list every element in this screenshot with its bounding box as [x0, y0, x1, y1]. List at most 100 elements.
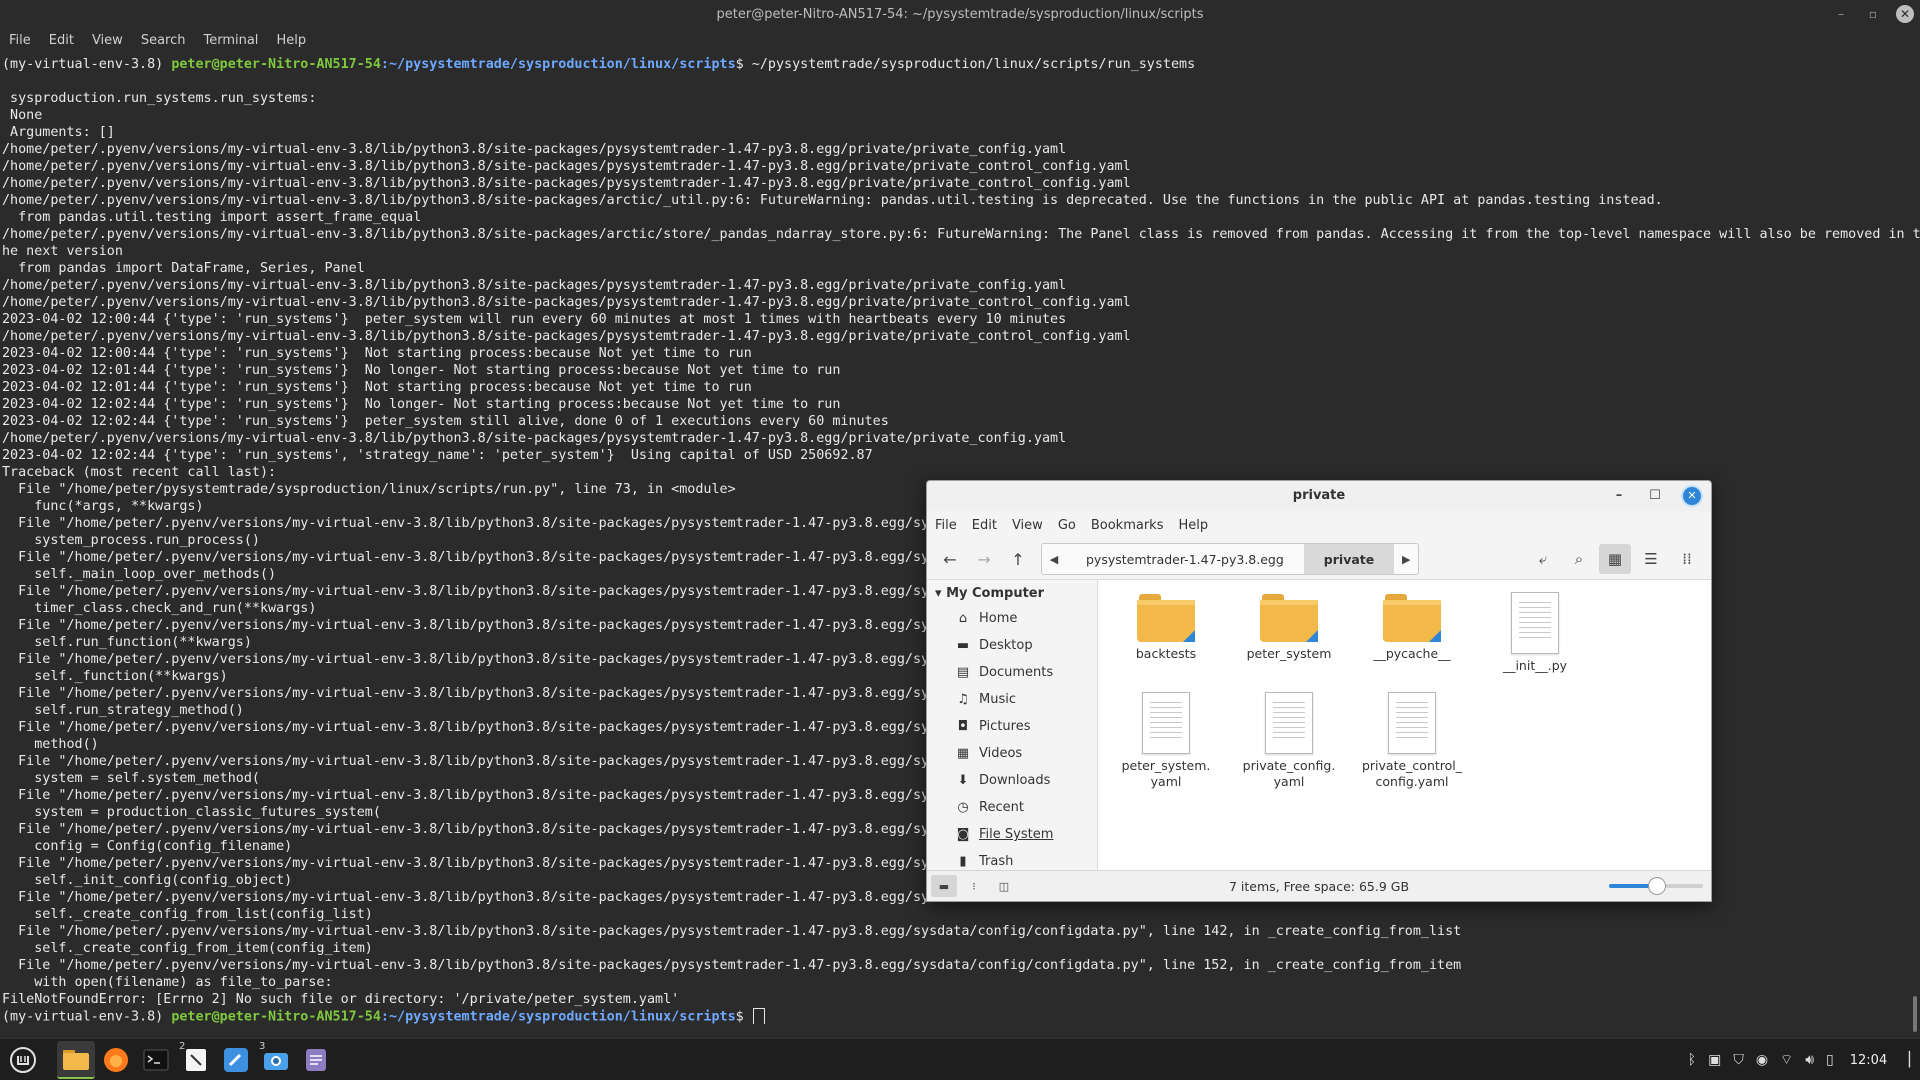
file-name: peter_system	[1246, 646, 1332, 661]
sidebar-item-label: Home	[979, 611, 1018, 626]
sidebar-item-trash[interactable]: ▮ Trash	[927, 848, 1097, 870]
terminal-line: 2023-04-02 12:02:44 {'type': 'run_system…	[2, 448, 873, 463]
mint-menu-icon[interactable]	[4, 1041, 42, 1079]
show-desktop-icon[interactable]: ▕	[1899, 1052, 1910, 1068]
prompt-user: peter@peter-Nitro-AN517-54	[171, 57, 381, 72]
sidebar-item-desktop[interactable]: ▬ Desktop	[927, 632, 1097, 659]
terminal-current-prompt[interactable]: (my-virtual-env-3.8) peter@peter-Nitro-A…	[0, 1008, 1920, 1024]
fm-menu-help[interactable]: Help	[1178, 518, 1217, 533]
file-item[interactable]: private_control_ config.yaml	[1352, 692, 1472, 790]
menu-edit[interactable]: Edit	[40, 30, 83, 54]
terminal-line: 2023-04-02 12:02:44 {'type': 'run_system…	[2, 414, 889, 429]
terminal-scrollbar[interactable]	[1913, 996, 1917, 1032]
terminal-line: with open(filename) as file_to_parse:	[2, 975, 333, 990]
sidebar-header[interactable]: ▾ My Computer	[927, 580, 1097, 605]
screenshot-icon[interactable]: 3	[257, 1041, 295, 1079]
firefox-icon[interactable]	[97, 1041, 135, 1079]
prompt-user: peter@peter-Nitro-AN517-54	[171, 1009, 381, 1025]
fm-sidebar: ▾ My Computer ⌂ Home ▬ Desktop ▤ Documents ♫ Mu…	[927, 580, 1098, 870]
terminal-line: sysproduction.run_systems.run_systems:	[2, 91, 317, 106]
sidebar-item-downloads[interactable]: ⬇ Downloads	[927, 767, 1097, 794]
terminal-title: peter@peter-Nitro-AN517-54: ~/pysystemtr…	[716, 7, 1204, 22]
breadcrumb-left-icon[interactable]: ◀	[1042, 544, 1066, 574]
files-app-icon[interactable]	[57, 1041, 95, 1079]
icon-view-icon[interactable]: ▦	[1599, 544, 1631, 574]
folder-item[interactable]: backtests	[1106, 592, 1226, 662]
volume-icon[interactable]: 🔊︎	[1805, 1052, 1814, 1068]
terminal-command-line: (my-virtual-env-3.8) peter@peter-Nitro-A…	[0, 56, 1920, 73]
folder-item[interactable]: __pycache__	[1352, 592, 1472, 662]
text-editor-group-icon[interactable]: 2	[177, 1041, 215, 1079]
fm-menu-bookmarks[interactable]: Bookmarks	[1091, 518, 1173, 533]
terminal-title-bar[interactable]: peter@peter-Nitro-AN517-54: ~/pysystemtr…	[0, 0, 1920, 30]
forward-arrow-icon[interactable]: →	[967, 543, 1001, 575]
fm-menu-edit[interactable]: Edit	[972, 518, 1006, 533]
close-icon[interactable]: ✕	[1896, 5, 1914, 23]
menu-view[interactable]: View	[83, 30, 132, 54]
maximize-icon[interactable]: ☐	[1645, 486, 1665, 506]
clock[interactable]: 12:04	[1850, 1053, 1887, 1068]
nvidia-icon[interactable]: ◉	[1756, 1052, 1768, 1068]
wifi-icon[interactable]: ⌔	[1780, 1051, 1793, 1069]
toggle-location-icon[interactable]: ⤶	[1527, 544, 1559, 574]
zoom-slider[interactable]	[1609, 877, 1703, 895]
fm-title-bar[interactable]: private – ☐ ✕	[927, 481, 1711, 511]
terminal-line: None	[2, 108, 43, 123]
menu-terminal[interactable]: Terminal	[194, 30, 267, 54]
terminal-app-icon[interactable]	[137, 1041, 175, 1079]
back-arrow-icon[interactable]: ←	[933, 543, 967, 575]
file-item[interactable]: peter_system. yaml	[1106, 692, 1226, 790]
maximize-icon[interactable]: ▫	[1864, 5, 1882, 23]
file-name: private_config. yaml	[1242, 758, 1336, 789]
music-icon: ♫	[957, 692, 969, 707]
fm-menu-view[interactable]: View	[1012, 518, 1052, 533]
minimize-icon[interactable]: –	[1832, 5, 1850, 23]
file-item[interactable]: private_config. yaml	[1229, 692, 1349, 790]
prompt-suffix: $	[735, 57, 752, 72]
breadcrumb-right-icon[interactable]: ▶	[1394, 544, 1418, 574]
sidebar-item-label: Pictures	[979, 719, 1031, 734]
fm-toolbar: ← → ↑ ◀ pysystemtrader-1.47-py3.8.egg pr…	[927, 539, 1711, 580]
file-item[interactable]: __init__.py	[1475, 592, 1595, 674]
file-name: backtests	[1135, 646, 1197, 661]
shield-icon[interactable]: ⛉	[1733, 1052, 1744, 1068]
clipboard-icon[interactable]: ▣	[1708, 1052, 1721, 1068]
file-name: __init__.py	[1502, 658, 1568, 673]
notes-app-icon[interactable]	[297, 1041, 335, 1079]
sidebar-item-recent[interactable]: ◷ Recent	[927, 794, 1097, 821]
editor-pencil-icon[interactable]	[217, 1041, 255, 1079]
breadcrumb-private[interactable]: private	[1303, 544, 1395, 574]
menu-search[interactable]: Search	[132, 30, 195, 54]
battery-icon[interactable]: ▯	[1826, 1052, 1834, 1068]
fm-menu-file[interactable]: File	[935, 518, 966, 533]
sidebar-item-label: Music	[979, 692, 1016, 707]
up-arrow-icon[interactable]: ↑	[1001, 543, 1035, 575]
terminal-window-controls: – ▫ ✕	[1832, 5, 1914, 23]
sidebar-item-documents[interactable]: ▤ Documents	[927, 659, 1097, 686]
zoom-slider-knob[interactable]	[1648, 877, 1666, 895]
sidebar-item-videos[interactable]: ▦ Videos	[927, 740, 1097, 767]
sidebar-item-music[interactable]: ♫ Music	[927, 686, 1097, 713]
fm-menu-go[interactable]: Go	[1058, 518, 1085, 533]
sidebar-item-label: Recent	[979, 800, 1024, 815]
close-icon[interactable]: ✕	[1681, 485, 1703, 507]
bluetooth-icon[interactable]: ᛒ	[1688, 1052, 1696, 1068]
folder-item[interactable]: peter_system	[1229, 592, 1349, 662]
terminal-line: /home/peter/.pyenv/versions/my-virtual-e…	[2, 227, 1920, 242]
file-name: peter_system. yaml	[1121, 758, 1211, 789]
sidebar-item-home[interactable]: ⌂ Home	[927, 605, 1097, 632]
fm-statusbar: ▬ ⁝ ◫ 7 items, Free space: 65.9 GB	[927, 870, 1711, 901]
terminal-line: 2023-04-02 12:02:44 {'type': 'run_system…	[2, 397, 841, 412]
compact-view-icon[interactable]: ⁞⁞	[1671, 544, 1703, 574]
list-view-icon[interactable]: ☰	[1635, 544, 1667, 574]
sidebar-item-pictures[interactable]: ◘ Pictures	[927, 713, 1097, 740]
search-icon[interactable]: ⌕	[1563, 544, 1595, 574]
prompt-path: :~/pysystemtrade/sysproduction/linux/scr…	[380, 57, 736, 72]
breadcrumb-egg[interactable]: pysystemtrader-1.47-py3.8.egg	[1066, 544, 1304, 574]
sidebar-item-file-system[interactable]: ◙ File System	[927, 821, 1097, 848]
minimize-icon[interactable]: –	[1609, 486, 1629, 506]
menu-file[interactable]: File	[0, 30, 40, 54]
menu-help[interactable]: Help	[267, 30, 315, 54]
fm-file-area[interactable]: backtests peter_system __pycache__ __init__…	[1098, 580, 1711, 870]
window-count-badge: 2	[179, 1041, 186, 1052]
